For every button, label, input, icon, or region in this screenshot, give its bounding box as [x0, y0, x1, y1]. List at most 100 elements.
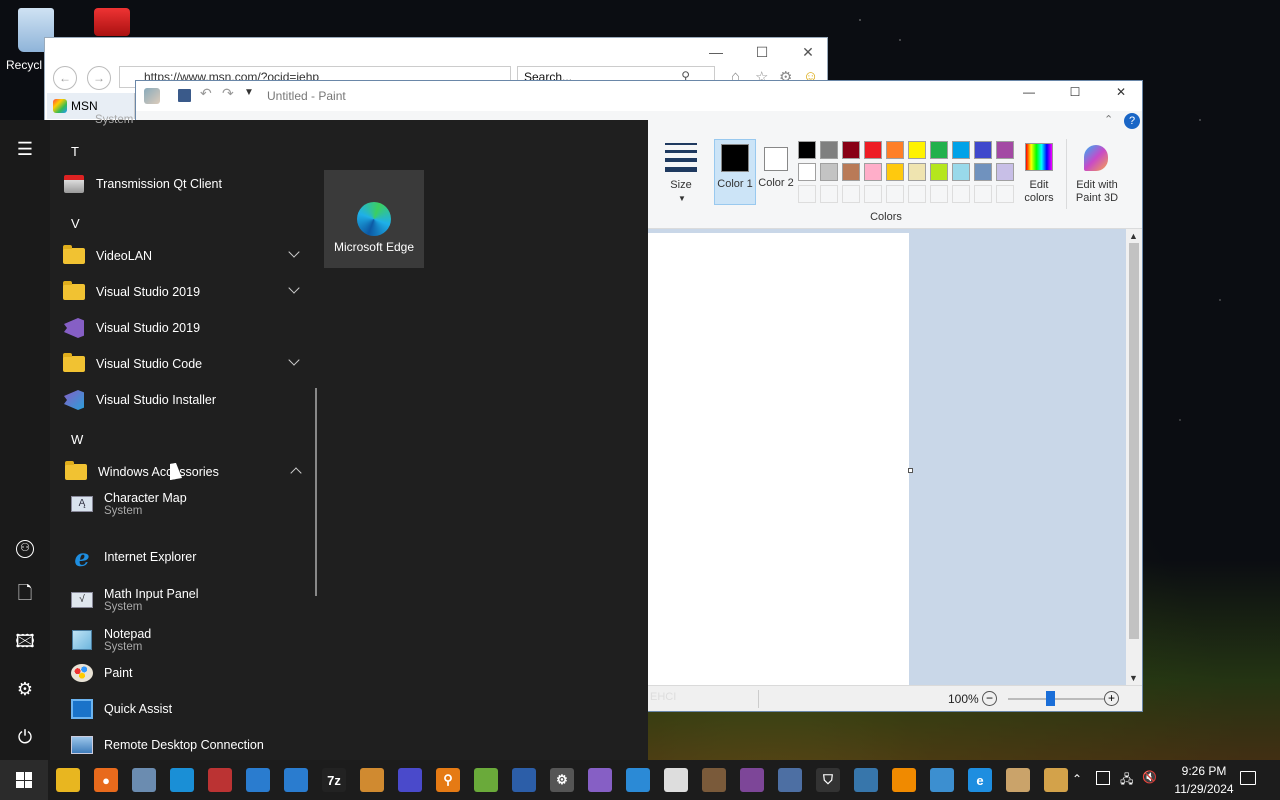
firefox-taskbar-icon[interactable]: ●	[94, 768, 118, 792]
quick-access-dropdown-icon[interactable]: ▼	[244, 87, 254, 98]
palette-swatch[interactable]	[798, 163, 816, 181]
ie-forward-button[interactable]: →	[87, 66, 111, 90]
paint-brush-taskbar-icon[interactable]	[360, 768, 384, 792]
tor-taskbar-icon[interactable]	[740, 768, 764, 792]
visual-studio-taskbar-icon[interactable]	[588, 768, 612, 792]
remote-desktop-taskbar-icon[interactable]	[626, 768, 650, 792]
vs-code-b-taskbar-icon[interactable]	[284, 768, 308, 792]
palette-swatch[interactable]	[930, 141, 948, 159]
palette-swatch[interactable]	[974, 163, 992, 181]
app-paint[interactable]: Paint	[70, 656, 314, 690]
ie-maximize-button[interactable]: ☐	[739, 44, 785, 64]
app-visual-studio-installer[interactable]: Visual Studio Installer	[62, 383, 306, 417]
virtualbox-taskbar-icon[interactable]	[702, 768, 726, 792]
app-visual-studio-2019[interactable]: Visual Studio 2019	[62, 311, 306, 345]
color2-button[interactable]: Color 2	[758, 139, 794, 205]
custom-color-slot[interactable]	[996, 185, 1014, 203]
custom-color-slot[interactable]	[908, 185, 926, 203]
media-taskbar-icon[interactable]	[1044, 768, 1068, 792]
custom-color-slot[interactable]	[842, 185, 860, 203]
palette-swatch[interactable]	[820, 141, 838, 159]
palette-swatch[interactable]	[864, 141, 882, 159]
edit-with-paint3d-button[interactable]: Edit with Paint 3D	[1066, 139, 1124, 209]
git-taskbar-icon[interactable]	[398, 768, 422, 792]
app-remote-desktop[interactable]: Remote Desktop Connection	[70, 728, 314, 762]
palette-swatch[interactable]	[842, 141, 860, 159]
help-icon[interactable]: ?	[1124, 113, 1140, 129]
hamburger-menu-icon[interactable]: ☰	[12, 136, 38, 162]
folder-visual-studio-2019[interactable]: Visual Studio 2019	[62, 275, 306, 309]
palette-swatch[interactable]	[908, 163, 926, 181]
scroll-thumb[interactable]	[1129, 243, 1139, 639]
custom-color-slot[interactable]	[886, 185, 904, 203]
paint-title-bar[interactable]: ↶ ↷ ▼ Untitled - Paint — ☐ ✕	[136, 81, 1142, 111]
volume-muted-icon[interactable]: 🔇	[1142, 770, 1157, 784]
scroll-down-arrow[interactable]: ▼	[1129, 673, 1138, 683]
palette-swatch[interactable]	[930, 163, 948, 181]
app-notepad[interactable]: Notepad System	[70, 622, 314, 658]
network-taskbar-icon[interactable]	[930, 768, 954, 792]
folder-videolan[interactable]: VideoLAN	[62, 239, 306, 273]
paint-taskbar-icon[interactable]	[1006, 768, 1030, 792]
undo-icon[interactable]: ↶	[200, 85, 212, 102]
palette-swatch[interactable]	[820, 163, 838, 181]
paint-minimize-button[interactable]: —	[1006, 85, 1052, 99]
start-button[interactable]	[0, 760, 48, 800]
security-taskbar-icon[interactable]: ⛉	[816, 768, 840, 792]
tray-app-icon[interactable]	[1096, 771, 1110, 785]
notifications-icon[interactable]	[1240, 771, 1256, 785]
notepad-plus-taskbar-icon[interactable]	[474, 768, 498, 792]
folder-visual-studio-code[interactable]: Visual Studio Code	[62, 347, 306, 381]
redo-icon[interactable]: ↷	[222, 85, 234, 102]
custom-color-slot[interactable]	[952, 185, 970, 203]
paint-maximize-button[interactable]: ☐	[1052, 85, 1098, 99]
palette-swatch[interactable]	[996, 163, 1014, 181]
ie-taskbar-icon[interactable]: e	[968, 768, 992, 792]
settings-taskbar-icon[interactable]: ⚙	[550, 768, 574, 792]
collapse-ribbon-icon[interactable]: ⌃	[1104, 113, 1113, 126]
palette-swatch[interactable]	[952, 141, 970, 159]
app-character-map[interactable]: Ą Character Map System	[70, 486, 314, 522]
transmission-taskbar-icon[interactable]	[208, 768, 232, 792]
tile-microsoft-edge[interactable]: Microsoft Edge	[324, 170, 424, 268]
palette-swatch[interactable]	[908, 141, 926, 159]
palette-swatch[interactable]	[952, 163, 970, 181]
custom-color-slot[interactable]	[930, 185, 948, 203]
edge-taskbar-icon[interactable]	[170, 768, 194, 792]
color1-button[interactable]: Color 1	[714, 139, 756, 205]
user-account-icon[interactable]: ⚇	[12, 532, 38, 558]
vlc-taskbar-icon[interactable]	[892, 768, 916, 792]
clock-time[interactable]: 9:26 PM	[1166, 764, 1242, 778]
vertical-scrollbar[interactable]: ▲ ▼	[1126, 229, 1142, 685]
palette-swatch[interactable]	[864, 163, 882, 181]
custom-color-slot[interactable]	[864, 185, 882, 203]
ie-close-button[interactable]: ✕	[785, 44, 831, 64]
palette-swatch[interactable]	[974, 141, 992, 159]
settings-gear-icon[interactable]: ⚙	[12, 676, 38, 702]
custom-color-slot[interactable]	[798, 185, 816, 203]
letter-header-v[interactable]: V	[71, 216, 80, 231]
powershell-taskbar-icon[interactable]	[512, 768, 536, 792]
size-button[interactable]: Size ▼	[661, 139, 701, 209]
ie-back-button[interactable]: ←	[53, 66, 77, 90]
folder-windows-accessories[interactable]: Windows Accessories	[64, 455, 308, 489]
zoom-slider-track[interactable]	[1008, 698, 1104, 700]
clock-taskbar-icon[interactable]	[664, 768, 688, 792]
7zip-taskbar-icon[interactable]: 7z	[322, 768, 346, 792]
documents-icon[interactable]: 🗋	[12, 580, 38, 606]
app-quick-assist[interactable]: Quick Assist	[70, 692, 314, 726]
search-tool-taskbar-icon[interactable]: ⚲	[436, 768, 460, 792]
letter-header-w[interactable]: W	[71, 432, 83, 447]
letter-header-t[interactable]: T	[71, 144, 79, 159]
app-math-input-panel[interactable]: √ Math Input Panel System	[70, 582, 314, 618]
show-hidden-icons-chevron-icon[interactable]: ⌃	[1072, 772, 1082, 786]
python-taskbar-icon[interactable]	[854, 768, 878, 792]
app-internet-explorer[interactable]: e Internet Explorer	[70, 540, 314, 574]
scroll-up-arrow[interactable]: ▲	[1129, 231, 1138, 241]
palette-swatch[interactable]	[886, 141, 904, 159]
zoom-slider-thumb[interactable]	[1046, 691, 1055, 706]
transmission-desktop-icon[interactable]	[94, 8, 130, 38]
photos-taskbar-icon[interactable]	[132, 768, 156, 792]
clock-date[interactable]: 11/29/2024	[1166, 782, 1242, 796]
start-list-scrollbar[interactable]	[315, 388, 317, 596]
